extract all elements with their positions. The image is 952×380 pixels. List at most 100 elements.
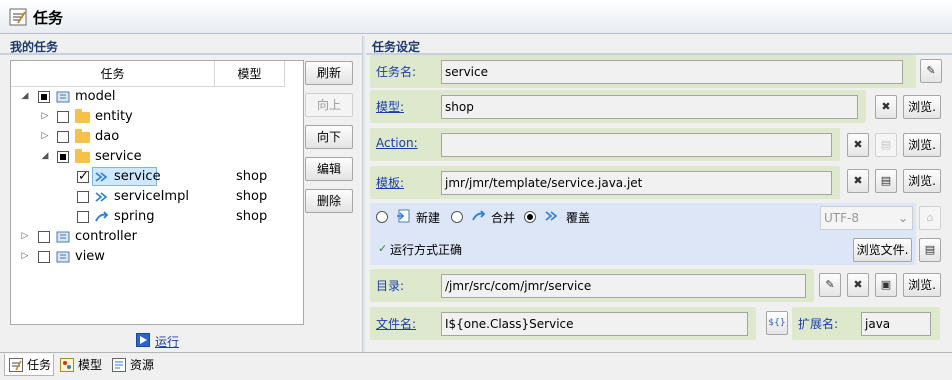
radio-overwrite[interactable]	[524, 211, 536, 223]
folder-icon	[75, 129, 90, 143]
edit-button[interactable]: 编辑	[305, 157, 353, 181]
task-item-icon	[95, 172, 108, 182]
action-browse-button[interactable]: 浏览.	[903, 133, 941, 157]
clipboard-icon[interactable]: ▤	[875, 133, 897, 157]
model-label[interactable]: 模型:	[376, 98, 404, 115]
move-down-button[interactable]: 向下	[305, 125, 353, 149]
tree-checkbox[interactable]	[38, 91, 50, 103]
filename-panel: 文件名: I${one.Class}Service	[370, 307, 756, 340]
mode-merge-label: 合并	[491, 211, 516, 225]
tab-models[interactable]: 模型	[56, 354, 106, 376]
edit-pencil-button[interactable]: ✎	[819, 273, 841, 297]
tree-checkbox[interactable]	[57, 151, 69, 163]
splitter[interactable]	[362, 36, 365, 352]
folder-icon	[75, 149, 90, 163]
tree-label: controller	[75, 229, 138, 244]
task-name-panel: 任务名: service	[370, 55, 916, 88]
tab-tasks[interactable]: 任务	[4, 354, 54, 376]
model-icon	[60, 358, 74, 372]
expand-arrow-icon[interactable]: ▷	[20, 251, 30, 261]
open-folder-icon[interactable]: ▣	[875, 273, 897, 297]
template-input[interactable]: jmr/jmr/template/service.java.jet	[441, 171, 832, 195]
model-browse-button[interactable]: 浏览.	[903, 95, 941, 119]
check-icon: ✓	[378, 242, 388, 255]
expand-arrow-icon[interactable]: ▷	[40, 131, 50, 141]
collapse-arrow-icon[interactable]: ◢	[20, 91, 30, 101]
tree-row-model[interactable]: ◢ model	[11, 87, 303, 107]
tree-label: entity	[95, 109, 133, 124]
tree-row-entity[interactable]: ▷ entity	[11, 107, 303, 127]
extension-panel: 扩展名: java	[792, 307, 940, 340]
tree-checkbox[interactable]	[57, 131, 69, 143]
action-panel: Action:	[370, 128, 840, 161]
tree-row-view[interactable]: ▷ view	[11, 247, 303, 267]
edit-pencil-button[interactable]: ✎	[920, 59, 942, 83]
encoding-clear-icon[interactable]: ⌂	[919, 206, 941, 230]
new-file-icon	[397, 209, 410, 223]
model-input[interactable]: shop	[441, 95, 858, 119]
package-icon	[56, 91, 70, 103]
clear-button[interactable]: ✖	[847, 133, 869, 157]
tree-row-controller[interactable]: ▷ controller	[11, 227, 303, 247]
tree-checkbox[interactable]	[77, 169, 89, 184]
tree-row-service-selected[interactable]: service shop	[11, 167, 303, 187]
title-bar: 任务	[0, 0, 952, 34]
bottom-tab-bar: 任务 模型 资源	[0, 352, 952, 380]
tab-label: 模型	[78, 358, 103, 372]
tree-checkbox[interactable]	[38, 231, 50, 243]
column-header-model[interactable]: 模型	[215, 61, 285, 87]
extension-input[interactable]: java	[861, 312, 931, 336]
tree-label: serviceImpl	[114, 189, 189, 204]
directory-browse-button[interactable]: 浏览.	[903, 273, 941, 297]
browse-file-button[interactable]: 浏览文件.	[853, 238, 912, 262]
task-list-icon	[9, 358, 23, 372]
clear-button[interactable]: ✖	[847, 273, 869, 297]
tree-row-serviceimpl[interactable]: serviceImpl shop	[11, 187, 303, 207]
template-browse-button[interactable]: 浏览.	[903, 169, 941, 193]
variable-insert-button[interactable]: ${}	[766, 311, 788, 335]
tree-label: service	[114, 169, 161, 184]
encoding-value: UTF-8	[824, 211, 859, 225]
directory-label: 目录:	[376, 279, 405, 293]
template-label[interactable]: 模板:	[376, 174, 404, 191]
tree-row-dao[interactable]: ▷ dao	[11, 127, 303, 147]
expand-arrow-icon[interactable]: ▷	[20, 231, 30, 241]
collapse-arrow-icon[interactable]: ◢	[40, 151, 50, 161]
refresh-button[interactable]: 刷新	[305, 61, 353, 85]
run-link[interactable]: 运行	[155, 333, 179, 350]
expand-arrow-icon[interactable]: ▷	[40, 111, 50, 121]
tree-row-service-folder[interactable]: ◢ service	[11, 147, 303, 167]
tab-label: 任务	[27, 358, 52, 372]
tree-checkbox[interactable]	[57, 111, 69, 123]
resource-icon	[112, 358, 126, 372]
package-icon	[56, 251, 70, 263]
clear-button[interactable]: ✖	[875, 95, 897, 119]
clipboard-icon[interactable]: ▤	[919, 238, 941, 262]
task-tree[interactable]: 任务 模型 ◢ model ▷ entity ▷ dao ◢ service s…	[10, 60, 304, 325]
clear-button[interactable]: ✖	[847, 169, 869, 193]
tree-checkbox[interactable]	[38, 251, 50, 263]
encoding-select[interactable]: UTF-8 ⌄	[820, 206, 913, 230]
radio-new[interactable]	[376, 211, 388, 223]
radio-merge[interactable]	[451, 211, 463, 223]
action-label[interactable]: Action:	[376, 136, 418, 150]
tree-checkbox[interactable]	[77, 191, 89, 203]
column-header-task[interactable]: 任务	[11, 61, 215, 87]
tree-checkbox[interactable]	[77, 211, 89, 223]
directory-input[interactable]: /jmr/src/com/jmr/service	[441, 274, 806, 298]
clipboard-icon[interactable]: ▤	[875, 169, 897, 193]
run-icon[interactable]	[136, 333, 150, 347]
move-up-button[interactable]: 向上	[305, 93, 353, 117]
task-name-input[interactable]: service	[441, 60, 903, 84]
tree-row-spring[interactable]: spring shop	[11, 207, 303, 227]
tab-label: 资源	[130, 358, 155, 372]
filename-label[interactable]: 文件名:	[376, 315, 416, 332]
task-item-icon	[95, 192, 108, 202]
window-title: 任务	[33, 9, 64, 27]
delete-button[interactable]: 删除	[305, 189, 353, 213]
folder-icon	[75, 109, 90, 123]
action-input[interactable]	[441, 133, 832, 157]
tree-model: shop	[236, 189, 268, 204]
tab-resources[interactable]: 资源	[108, 354, 160, 376]
filename-input[interactable]: I${one.Class}Service	[441, 312, 748, 336]
